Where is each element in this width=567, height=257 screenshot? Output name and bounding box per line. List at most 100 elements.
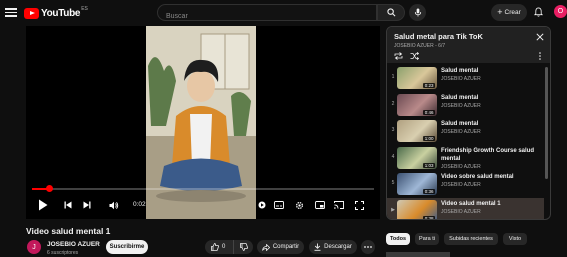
playlist-item-thumbnail[interactable]: 0:38 xyxy=(397,199,437,219)
playlist-item-author: JOSEBIO AZUER xyxy=(441,182,481,188)
playlist-item-text: Salud mental JOSEBIO AZUER xyxy=(441,67,541,82)
like-count: 0 xyxy=(222,244,226,250)
channel-avatar[interactable]: J xyxy=(27,240,41,254)
playlist-item-duration: 1:00 xyxy=(423,136,435,141)
download-icon xyxy=(314,243,321,251)
close-icon xyxy=(536,33,544,41)
youtube-logo-icon xyxy=(24,7,39,19)
playlist-item-thumbnail[interactable]: 0:23 xyxy=(397,67,437,89)
thumbs-up-icon xyxy=(211,243,219,251)
playlist-scrollbar[interactable] xyxy=(545,67,548,179)
playlist-item-title: Friendship Growth Course salud mental xyxy=(441,147,535,162)
playlist-item-index: 2 xyxy=(391,100,395,107)
notifications-button[interactable] xyxy=(531,5,545,19)
progress-bar[interactable] xyxy=(32,185,374,192)
download-button[interactable]: Descargar xyxy=(309,240,357,254)
playlist-header: Salud metal para Tik ToK JOSEBIO AZUER -… xyxy=(387,27,550,63)
share-icon xyxy=(261,243,270,251)
playlist-item[interactable]: 2 0:46 Salud mental JOSEBIO AZUER xyxy=(387,92,544,118)
playlist-item-duration: 0:23 xyxy=(423,83,435,88)
plus-icon: + xyxy=(497,7,503,17)
chip-para-ti[interactable]: Para ti xyxy=(415,233,439,245)
account-avatar[interactable]: O xyxy=(554,5,567,18)
like-dislike-group: 0 xyxy=(205,240,253,254)
shuffle-button[interactable] xyxy=(409,51,419,61)
playlist-menu-button[interactable] xyxy=(535,51,545,61)
menu-icon[interactable] xyxy=(5,6,17,18)
previous-button[interactable] xyxy=(62,198,74,212)
playlist-item-author: JOSEBIO AZUER xyxy=(441,129,481,135)
logo-country-code: ES xyxy=(81,6,88,12)
volume-button[interactable] xyxy=(107,198,121,212)
playlist-item-title: Video salud mental 1 xyxy=(441,200,501,207)
play-icon xyxy=(39,199,48,211)
current-time: 0:02 xyxy=(133,201,146,208)
video-player[interactable]: 0:02 xyxy=(26,26,380,219)
playlist-item-thumbnail[interactable]: 1:03 xyxy=(397,146,437,169)
playlist-item-title: Salud mental xyxy=(441,94,479,101)
miniplayer-button[interactable] xyxy=(314,198,326,212)
volume-icon xyxy=(109,201,119,209)
cast-icon xyxy=(334,201,344,209)
playlist-item-title: Video sobre salud mental xyxy=(441,174,514,180)
fullscreen-button[interactable] xyxy=(353,198,365,212)
subscriber-count: 6 suscriptores xyxy=(47,250,79,256)
playlist-item-duration: 0:46 xyxy=(423,109,435,115)
more-actions-button[interactable] xyxy=(361,240,375,254)
playlist-item-current[interactable]: ▶ 0:38 Video salud mental 1 JOSEBIO AZUER xyxy=(387,197,544,219)
search-button[interactable] xyxy=(377,4,405,21)
playlist-item[interactable]: 3 1:00 Salud mental JOSEBIO AZUER xyxy=(387,118,544,144)
video-illustration xyxy=(146,26,256,219)
playlist-item-thumbnail[interactable]: 0:46 xyxy=(397,93,437,116)
create-button[interactable]: + Crear xyxy=(491,4,527,21)
subtitles-icon xyxy=(274,201,284,209)
subtitles-button[interactable] xyxy=(273,198,285,212)
chip-subidas-recientes[interactable]: Subidas recientes xyxy=(444,233,498,245)
cast-button[interactable] xyxy=(333,198,345,212)
playlist-item-text: Salud mental JOSEBIO AZUER xyxy=(441,94,541,109)
playlist-item-thumbnail[interactable]: 0:36 xyxy=(397,173,437,195)
miniplayer-play-button[interactable] xyxy=(257,198,267,212)
progress-scrubber[interactable] xyxy=(45,185,53,192)
playlist-title[interactable]: Salud metal para Tik ToK xyxy=(394,32,483,41)
play-circle-icon xyxy=(258,201,266,209)
playlist-panel: Salud metal para Tik ToK JOSEBIO AZUER -… xyxy=(386,26,551,220)
video-title: Video salud mental 1 xyxy=(26,226,111,236)
like-button[interactable]: 0 xyxy=(205,240,234,254)
top-bar: YouTube ES + Crear O xyxy=(0,0,567,26)
chip-visto[interactable]: Visto xyxy=(503,233,527,245)
voice-search-button[interactable] xyxy=(409,4,426,21)
search-input[interactable] xyxy=(158,9,376,24)
shuffle-icon xyxy=(410,52,419,60)
share-label: Compartir xyxy=(272,244,300,250)
playlist-item[interactable]: 5 0:36 Video sobre salud mental JOSEBIO AZU… xyxy=(387,171,544,197)
youtube-logo[interactable]: YouTube ES xyxy=(24,6,88,20)
fullscreen-icon xyxy=(354,200,364,210)
playlist-item-text: Video sobre salud mental JOSEBIO AZUER xyxy=(441,173,541,188)
playlist-item-thumbnail[interactable]: 1:00 xyxy=(397,120,437,142)
playlist-item[interactable]: 4 1:03 Friendship Growth Course salud ment… xyxy=(387,145,544,171)
chip-todos[interactable]: Todos xyxy=(386,233,410,245)
next-icon xyxy=(83,201,91,209)
dislike-button[interactable] xyxy=(234,240,253,254)
playlist-item-author: JOSEBIO AZUER xyxy=(441,208,481,215)
video-frame[interactable] xyxy=(146,26,256,219)
settings-button[interactable] xyxy=(293,198,305,212)
recommended-video-thumbnail[interactable] xyxy=(386,252,450,257)
playlist-item[interactable]: 1 0:23 Salud mental JOSEBIO AZUER xyxy=(387,65,544,91)
loop-icon xyxy=(394,52,402,60)
playlist-item-title: Salud mental xyxy=(441,68,479,74)
loop-button[interactable] xyxy=(393,51,403,61)
close-playlist-button[interactable] xyxy=(535,32,545,42)
download-label: Descargar xyxy=(324,244,352,250)
share-button[interactable]: Compartir xyxy=(257,240,304,254)
play-button[interactable] xyxy=(36,198,50,212)
subscribe-button[interactable]: Suscribirme xyxy=(106,240,148,254)
playlist-item-index: ▶ xyxy=(391,206,395,213)
playlist-item-author: JOSEBIO AZUER xyxy=(441,76,481,82)
playlist-item-author: JOSEBIO AZUER xyxy=(441,102,481,109)
next-button[interactable] xyxy=(81,198,93,212)
channel-name[interactable]: JOSEBIO AZUER xyxy=(47,241,100,248)
create-label: Crear xyxy=(504,9,521,16)
playlist-item-text: Friendship Growth Course salud mental JOS… xyxy=(441,147,541,170)
